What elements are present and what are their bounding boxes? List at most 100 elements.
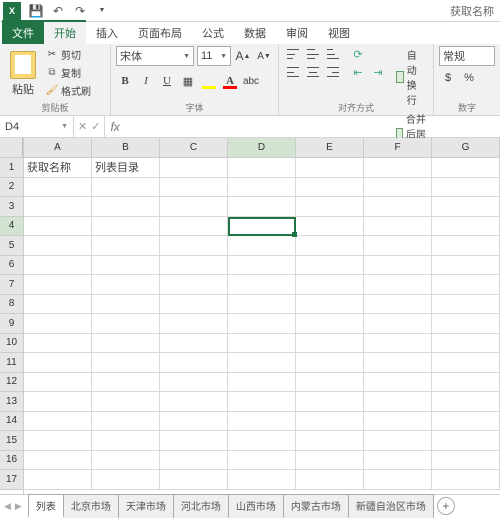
cell-B1[interactable]: 列表目录: [92, 158, 160, 178]
cell-B5[interactable]: [92, 236, 160, 256]
cell-G14[interactable]: [432, 412, 500, 432]
row-header-1[interactable]: 1: [0, 158, 23, 178]
shrink-font-button[interactable]: A▼: [255, 47, 273, 65]
cell-D14[interactable]: [228, 412, 296, 432]
cell-G7[interactable]: [432, 275, 500, 295]
row-header-9[interactable]: 9: [0, 314, 23, 334]
cell-G10[interactable]: [432, 334, 500, 354]
sheet-tab[interactable]: 天津市场: [118, 494, 174, 518]
row-header-12[interactable]: 12: [0, 373, 23, 393]
cell-E5[interactable]: [296, 236, 364, 256]
sheet-tab[interactable]: 内蒙古市场: [283, 494, 349, 518]
cell-C7[interactable]: [160, 275, 228, 295]
decrease-indent-button[interactable]: ⇤: [349, 64, 367, 80]
cell-E17[interactable]: [296, 470, 364, 490]
wrap-text-button[interactable]: 自动换行: [394, 46, 428, 108]
cell-E15[interactable]: [296, 431, 364, 451]
cell-F1[interactable]: [364, 158, 432, 178]
cell-E4[interactable]: [296, 217, 364, 237]
tab-data[interactable]: 数据: [234, 20, 276, 44]
cell-B14[interactable]: [92, 412, 160, 432]
row-header-6[interactable]: 6: [0, 256, 23, 276]
cell-B15[interactable]: [92, 431, 160, 451]
cell-G13[interactable]: [432, 392, 500, 412]
cell-A2[interactable]: [24, 178, 92, 198]
tab-home[interactable]: 开始: [44, 20, 86, 44]
save-icon[interactable]: 💾: [28, 3, 44, 19]
cell-C9[interactable]: [160, 314, 228, 334]
cell-D8[interactable]: [228, 295, 296, 315]
cell-E6[interactable]: [296, 256, 364, 276]
cell-F6[interactable]: [364, 256, 432, 276]
cell-A15[interactable]: [24, 431, 92, 451]
new-sheet-button[interactable]: +: [437, 497, 455, 515]
cell-F14[interactable]: [364, 412, 432, 432]
cell-C5[interactable]: [160, 236, 228, 256]
cell-G2[interactable]: [432, 178, 500, 198]
row-header-5[interactable]: 5: [0, 236, 23, 256]
cell-D9[interactable]: [228, 314, 296, 334]
tab-review[interactable]: 审阅: [276, 20, 318, 44]
enter-formula-icon[interactable]: ✓: [91, 120, 100, 133]
accounting-format-button[interactable]: $: [439, 69, 457, 87]
cell-D11[interactable]: [228, 353, 296, 373]
cell-E13[interactable]: [296, 392, 364, 412]
grow-font-button[interactable]: A▲: [234, 47, 252, 65]
select-all-corner[interactable]: [0, 138, 23, 158]
column-header-G[interactable]: G: [432, 138, 500, 158]
cell-E14[interactable]: [296, 412, 364, 432]
align-middle-button[interactable]: [304, 46, 322, 62]
cell-D10[interactable]: [228, 334, 296, 354]
cell-F2[interactable]: [364, 178, 432, 198]
cell-B11[interactable]: [92, 353, 160, 373]
align-top-button[interactable]: [284, 46, 302, 62]
cancel-formula-icon[interactable]: ✕: [78, 120, 87, 133]
cell-B9[interactable]: [92, 314, 160, 334]
sheet-tab[interactable]: 山西市场: [228, 494, 284, 518]
row-header-17[interactable]: 17: [0, 470, 23, 490]
row-header-3[interactable]: 3: [0, 197, 23, 217]
cut-button[interactable]: ✂剪切: [44, 46, 93, 63]
qat-customize-icon[interactable]: ▼: [94, 3, 110, 19]
row-header-13[interactable]: 13: [0, 392, 23, 412]
cell-A1[interactable]: 获取名称: [24, 158, 92, 178]
cell-E11[interactable]: [296, 353, 364, 373]
cell-B4[interactable]: [92, 217, 160, 237]
sheet-nav-next-icon[interactable]: ▶: [15, 501, 22, 512]
undo-icon[interactable]: ↶: [50, 3, 66, 19]
cell-C17[interactable]: [160, 470, 228, 490]
cell-A6[interactable]: [24, 256, 92, 276]
fill-color-button[interactable]: [200, 73, 218, 89]
column-header-A[interactable]: A: [24, 138, 92, 158]
cell-F11[interactable]: [364, 353, 432, 373]
cell-C15[interactable]: [160, 431, 228, 451]
cell-B17[interactable]: [92, 470, 160, 490]
cell-G3[interactable]: [432, 197, 500, 217]
cell-G4[interactable]: [432, 217, 500, 237]
cell-F16[interactable]: [364, 451, 432, 471]
cell-A17[interactable]: [24, 470, 92, 490]
cell-F4[interactable]: [364, 217, 432, 237]
cell-G6[interactable]: [432, 256, 500, 276]
align-left-button[interactable]: [284, 64, 302, 80]
sheet-tab[interactable]: 北京市场: [63, 494, 119, 518]
cell-F15[interactable]: [364, 431, 432, 451]
column-header-E[interactable]: E: [296, 138, 364, 158]
cell-E10[interactable]: [296, 334, 364, 354]
increase-indent-button[interactable]: ⇥: [369, 64, 387, 80]
cell-D2[interactable]: [228, 178, 296, 198]
cell-G5[interactable]: [432, 236, 500, 256]
cell-B12[interactable]: [92, 373, 160, 393]
cell-D6[interactable]: [228, 256, 296, 276]
cell-D16[interactable]: [228, 451, 296, 471]
cell-A5[interactable]: [24, 236, 92, 256]
cell-A10[interactable]: [24, 334, 92, 354]
cell-E16[interactable]: [296, 451, 364, 471]
row-header-2[interactable]: 2: [0, 178, 23, 198]
cell-B6[interactable]: [92, 256, 160, 276]
cell-B13[interactable]: [92, 392, 160, 412]
cell-C1[interactable]: [160, 158, 228, 178]
cell-G11[interactable]: [432, 353, 500, 373]
row-header-11[interactable]: 11: [0, 353, 23, 373]
cell-D12[interactable]: [228, 373, 296, 393]
